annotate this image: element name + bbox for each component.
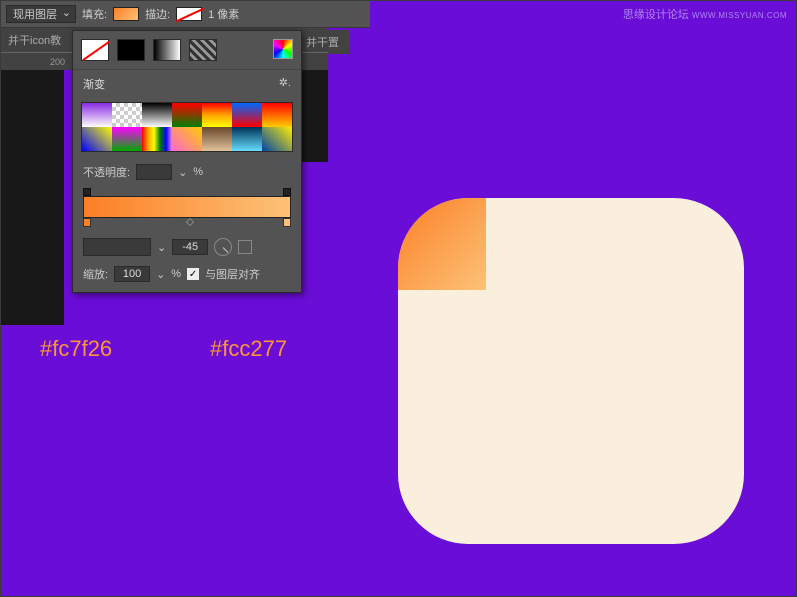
tab-fragment: 并干置 — [302, 30, 350, 54]
tab-title[interactable]: 并干icon教 — [8, 32, 61, 48]
tab-fragment-text: 并干置 — [306, 34, 339, 50]
gradient-panel: 渐变 ✲. 不透明度: ⌄ % — [72, 30, 302, 293]
preset-swatch[interactable] — [112, 103, 142, 127]
color-stop[interactable] — [283, 218, 291, 227]
pattern-fill-button[interactable] — [189, 39, 217, 61]
options-toolbar: 现用图层 填充: 描边: 1 像素 — [0, 0, 370, 28]
gradient-presets — [81, 102, 293, 152]
watermark-en: WWW.MISSYUAN.COM — [692, 11, 787, 20]
gradient-header: 渐变 ✲. — [73, 70, 301, 98]
preset-swatch[interactable] — [232, 127, 262, 151]
opacity-stop[interactable] — [83, 188, 91, 196]
gradient-corner — [398, 198, 486, 290]
scale-row: 缩放: 100 ⌄ % ✓ 与图层对齐 — [73, 262, 301, 292]
fill-swatch[interactable] — [113, 7, 139, 21]
angle-input[interactable]: -45 — [172, 239, 208, 255]
gradient-title: 渐变 — [83, 76, 105, 92]
angle-row: ⌄ -45 — [73, 232, 301, 262]
preset-swatch[interactable] — [202, 103, 232, 127]
opacity-input[interactable] — [136, 164, 172, 180]
preset-swatch[interactable] — [232, 103, 262, 127]
angle-dial[interactable] — [214, 238, 232, 256]
stroke-width: 1 像素 — [208, 6, 239, 22]
preset-swatch[interactable] — [202, 127, 232, 151]
chevron-down-icon[interactable]: ⌄ — [156, 268, 165, 281]
canvas-edge — [64, 70, 70, 325]
canvas-fragment — [302, 54, 328, 162]
watermark-cn: 思缘设计论坛 — [623, 9, 689, 21]
preset-swatch[interactable] — [82, 127, 112, 151]
color-stop[interactable] — [83, 218, 91, 227]
chevron-down-icon[interactable]: ⌄ — [178, 166, 187, 179]
align-label: 与图层对齐 — [205, 266, 260, 282]
fill-type-row — [73, 31, 301, 70]
preset-swatch[interactable] — [142, 127, 172, 151]
preset-swatch[interactable] — [142, 103, 172, 127]
reverse-icon[interactable] — [238, 240, 252, 254]
preset-swatch[interactable] — [82, 103, 112, 127]
hex-color-2: #fcc277 — [210, 336, 287, 362]
opacity-stop[interactable] — [283, 188, 291, 196]
gear-icon[interactable]: ✲. — [279, 76, 291, 92]
gradient-editor — [73, 182, 301, 232]
preset-swatch[interactable] — [112, 127, 142, 151]
stroke-swatch[interactable] — [176, 7, 202, 21]
scale-input[interactable]: 100 — [114, 266, 150, 282]
color-picker-icon[interactable] — [273, 39, 293, 59]
hex-color-1: #fc7f26 — [40, 336, 112, 362]
gradient-bar[interactable] — [83, 196, 291, 218]
stroke-label: 描边: — [145, 6, 170, 22]
preset-swatch[interactable] — [172, 103, 202, 127]
canvas-gray — [0, 70, 64, 325]
chevron-down-icon[interactable]: ⌄ — [157, 241, 166, 254]
preset-swatch[interactable] — [262, 127, 292, 151]
solid-fill-button[interactable] — [117, 39, 145, 61]
percent-label: % — [171, 268, 181, 280]
align-checkbox[interactable]: ✓ — [187, 268, 199, 280]
ruler-tick: 200 — [50, 57, 65, 67]
no-fill-button[interactable] — [81, 39, 109, 61]
icon-preview — [398, 198, 744, 544]
gradient-fill-button[interactable] — [153, 39, 181, 61]
gradient-type-dropdown[interactable] — [83, 238, 151, 256]
preset-swatch[interactable] — [172, 127, 202, 151]
midpoint-handle[interactable] — [186, 218, 194, 226]
scale-label: 缩放: — [83, 266, 108, 282]
opacity-row: 不透明度: ⌄ % — [73, 160, 301, 182]
percent-label: % — [193, 166, 203, 178]
layer-mode-dropdown[interactable]: 现用图层 — [6, 5, 76, 23]
fill-label: 填充: — [82, 6, 107, 22]
watermark: 思缘设计论坛 WWW.MISSYUAN.COM — [623, 6, 787, 22]
opacity-label: 不透明度: — [83, 164, 130, 180]
preset-swatch[interactable] — [262, 103, 292, 127]
